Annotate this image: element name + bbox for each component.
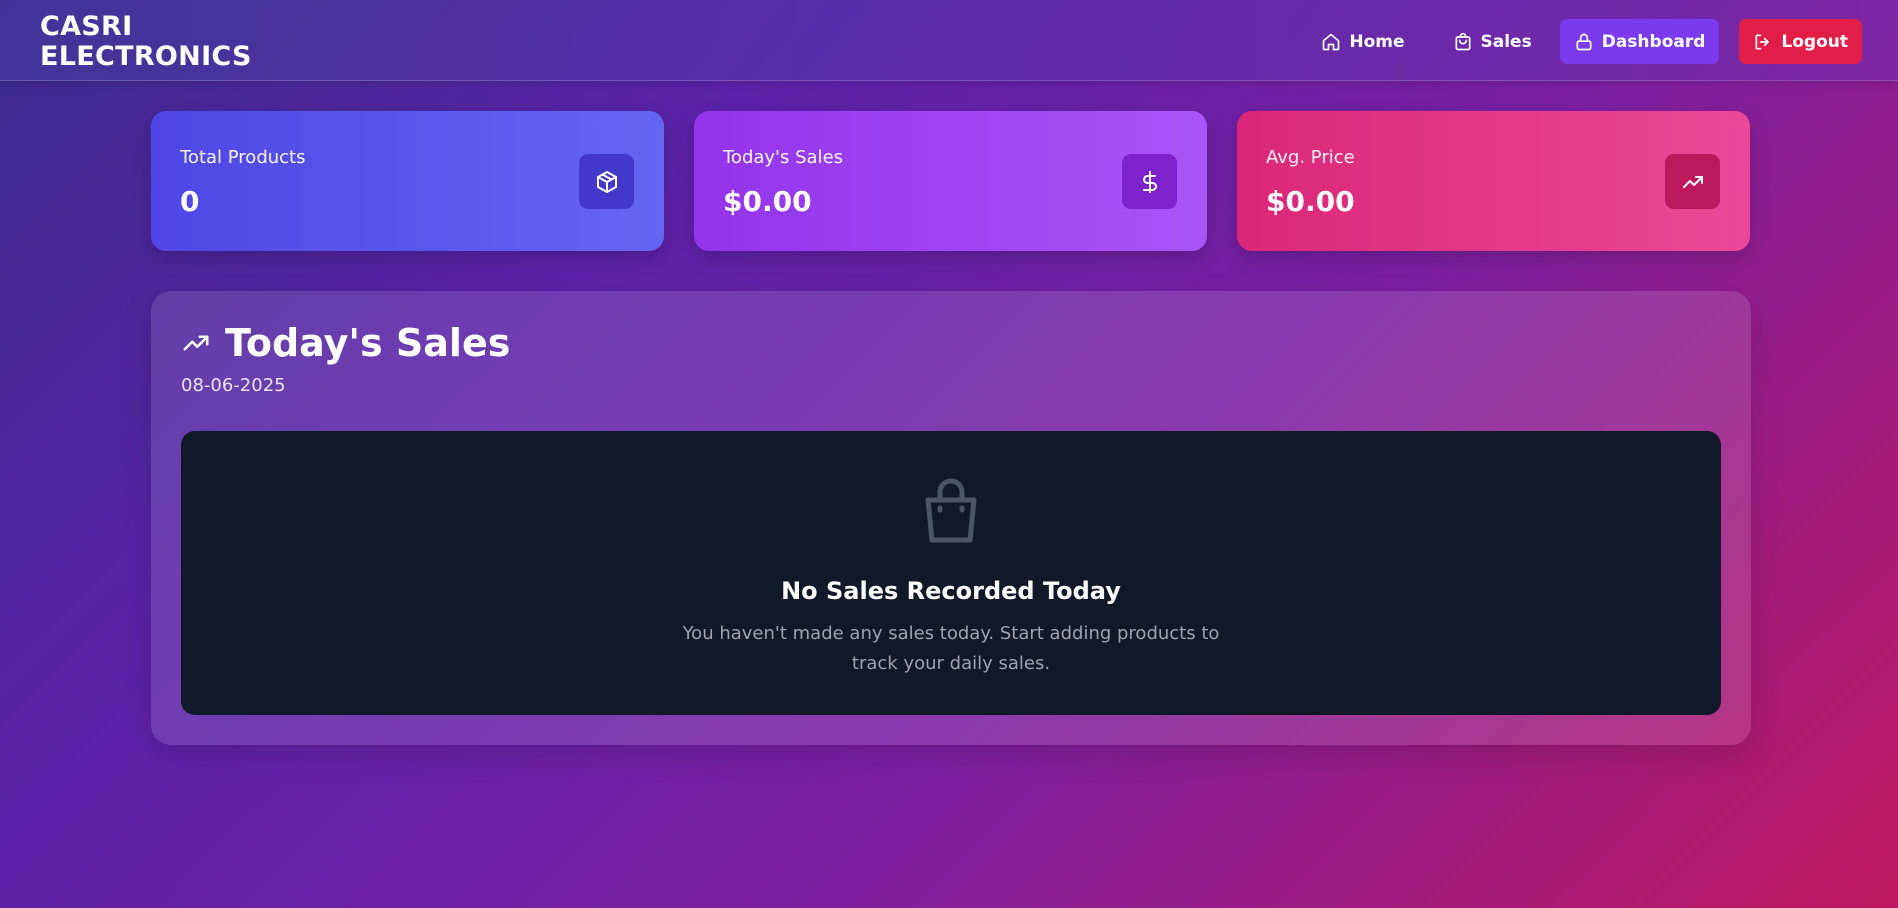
lock-icon: [1576, 33, 1592, 50]
home-icon: [1323, 33, 1340, 50]
stat-card-todays-sales: Today's Sales $0.00: [694, 111, 1207, 251]
stats-row: Total Products 0 Today's Sales $0.00 Avg…: [151, 111, 1750, 251]
brand-line-1: CASRI: [40, 11, 133, 42]
todays-sales-panel: Today's Sales 08-06-2025 No Sales Record…: [151, 291, 1751, 745]
top-navbar: CASRI ELECTRONICS Home Sales Dashboard L…: [0, 0, 1898, 81]
empty-state: No Sales Recorded Today You haven't made…: [181, 431, 1721, 715]
stat-card-avg-price: Avg. Price $0.00: [1237, 111, 1750, 251]
logout-label: Logout: [1781, 31, 1848, 52]
stat-value: $0.00: [723, 185, 812, 218]
stat-card-total-products: Total Products 0: [151, 111, 664, 251]
stat-label: Total Products: [180, 147, 306, 168]
stat-value: $0.00: [1266, 185, 1355, 218]
nav-links: Home Sales Dashboard Logout: [1287, 19, 1862, 64]
panel-header: Today's Sales: [181, 321, 510, 365]
logout-icon: [1755, 34, 1770, 50]
dollar-icon: [1122, 154, 1177, 209]
panel-date: 08-06-2025: [181, 375, 286, 396]
empty-state-title: No Sales Recorded Today: [781, 577, 1121, 605]
nav-dashboard-label: Dashboard: [1601, 31, 1706, 52]
logout-button[interactable]: Logout: [1739, 19, 1862, 64]
stat-label: Avg. Price: [1266, 147, 1355, 168]
package-icon: [579, 154, 634, 209]
nav-dashboard-link[interactable]: Dashboard: [1559, 19, 1720, 64]
panel-title: Today's Sales: [225, 321, 511, 365]
trending-up-icon: [183, 335, 209, 351]
trending-up-icon: [1665, 154, 1720, 209]
brand-line-2: ELECTRONICS: [40, 41, 252, 72]
stat-label: Today's Sales: [723, 147, 844, 168]
stat-value: 0: [180, 185, 200, 218]
empty-state-text: You haven't made any sales today. Start …: [682, 623, 1220, 674]
nav-sales-label: Sales: [1480, 31, 1532, 52]
nav-sales-link[interactable]: Sales: [1439, 19, 1546, 64]
shopping-bag-icon: [925, 478, 977, 543]
brand-logo[interactable]: CASRI ELECTRONICS: [40, 12, 252, 72]
nav-home-label: Home: [1349, 31, 1405, 52]
shopping-bag-icon: [1455, 32, 1471, 50]
nav-home-link[interactable]: Home: [1307, 19, 1418, 64]
